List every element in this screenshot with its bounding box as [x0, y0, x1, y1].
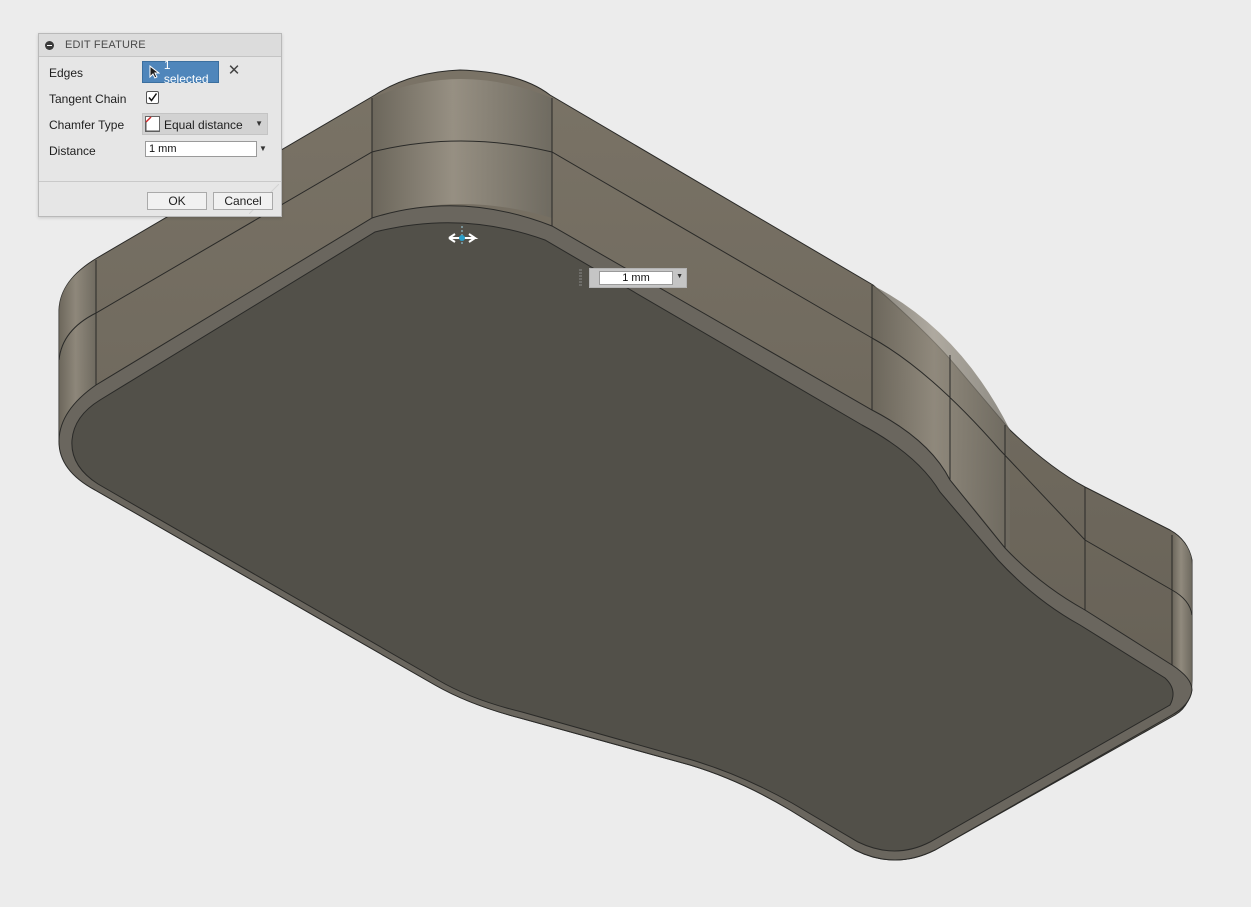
viewport-distance-input[interactable]: 1 mm ▼: [589, 268, 687, 288]
chevron-down-icon[interactable]: ▼: [259, 144, 267, 153]
dialog-divider: [39, 181, 281, 182]
close-icon[interactable]: ✕: [226, 63, 242, 79]
chevron-down-icon[interactable]: ▼: [676, 273, 683, 280]
corner-fillet-far: [1172, 532, 1192, 690]
edges-label: Edges: [49, 66, 84, 80]
dialog-header: EDIT FEATURE: [39, 34, 281, 57]
chevron-down-icon: ▼: [255, 119, 263, 128]
dialog-title: EDIT FEATURE: [65, 39, 146, 51]
chamfer-type-icon: [145, 116, 160, 132]
cancel-button[interactable]: Cancel: [213, 192, 273, 210]
distance-row: Distance 1 mm ▼: [39, 139, 281, 161]
ok-button[interactable]: OK: [147, 192, 207, 210]
chamfer-type-row: Chamfer Type Equal distance ▼: [39, 113, 281, 135]
cursor-icon: [149, 65, 160, 79]
chamfer-type-value: Equal distance: [164, 118, 243, 132]
drag-handle[interactable]: [578, 268, 583, 288]
edit-feature-dialog: EDIT FEATURE Edges 1 selected ✕ Tangent …: [38, 33, 282, 217]
check-icon: [148, 93, 158, 102]
chamfer-type-dropdown[interactable]: Equal distance ▼: [142, 113, 268, 135]
corner-fillet-back: [372, 79, 552, 218]
tangent-chain-checkbox[interactable]: [146, 91, 159, 104]
tangent-chain-label: Tangent Chain: [49, 92, 127, 106]
chamfer-type-label: Chamfer Type: [49, 118, 125, 132]
viewport-distance-field[interactable]: 1 mm: [599, 271, 673, 285]
edges-row: Edges 1 selected ✕: [39, 58, 281, 86]
collapse-icon[interactable]: [45, 40, 54, 50]
edges-selection-label: 1 selected: [163, 58, 209, 86]
tangent-chain-row: Tangent Chain: [39, 87, 281, 109]
distance-input[interactable]: 1 mm: [145, 141, 257, 157]
edges-selection-button[interactable]: 1 selected: [142, 58, 219, 86]
distance-label: Distance: [49, 144, 96, 158]
